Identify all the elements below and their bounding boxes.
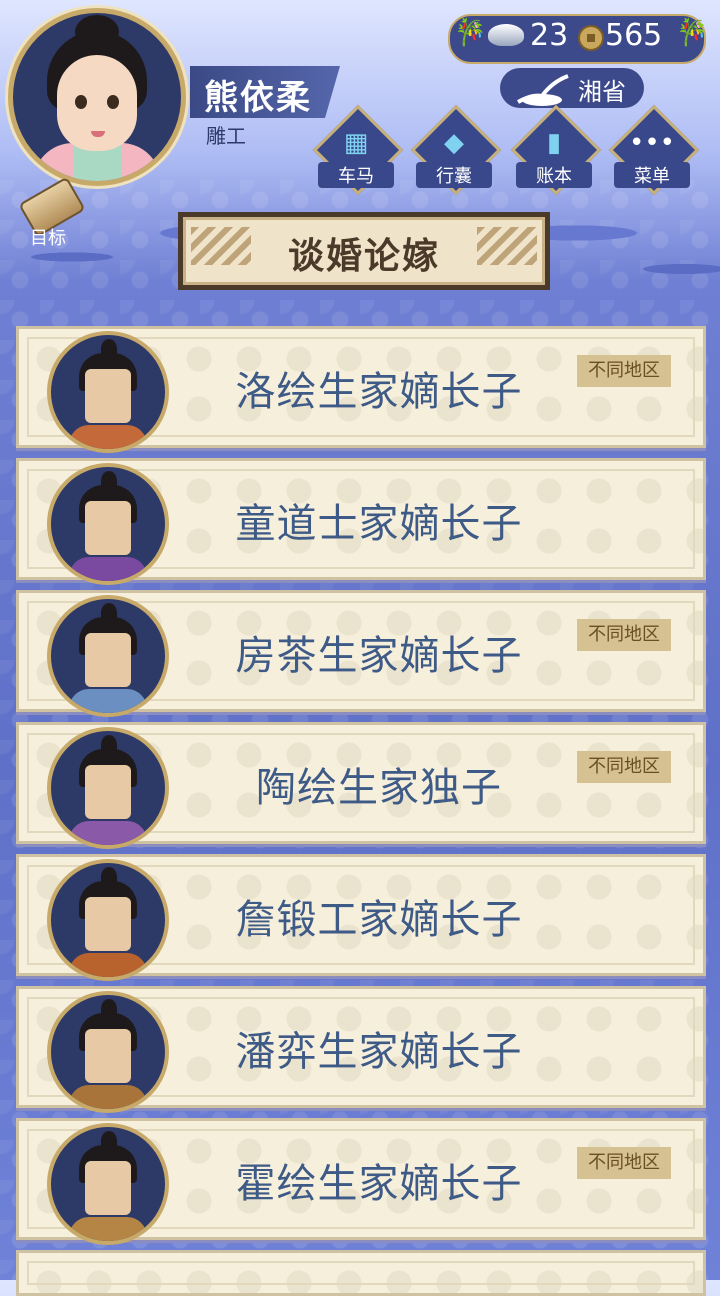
region-badge: 不同地区 <box>577 751 671 783</box>
suitor-name: 潘弈生家嫡长子 <box>235 1029 523 1075</box>
suitor-portrait <box>47 331 169 453</box>
ledger-icon: ▮ <box>546 128 562 158</box>
suitor-card[interactable]: 陶绘生家独子 不同地区 <box>16 722 706 849</box>
carriage-icon: ▦ <box>343 128 369 158</box>
region-label: 湘省 <box>578 78 626 106</box>
currency-bar <box>448 14 706 64</box>
suitor-portrait <box>47 727 169 849</box>
region-badge: 不同地区 <box>577 355 671 387</box>
suitor-portrait <box>47 1123 169 1245</box>
screen-title-banner: 谈婚论嫁 <box>178 212 550 290</box>
suitor-card[interactable]: 詹锻工家嫡长子 <box>16 854 706 981</box>
region-badge: 不同地区 <box>577 1147 671 1179</box>
suitor-card[interactable]: 洛绘生家嫡长子 不同地区 <box>16 326 706 453</box>
menu-more-button[interactable]: ••• 菜单 <box>608 104 700 196</box>
more-icon: ••• <box>628 128 675 158</box>
suitor-name: 霍绘生家嫡长子 <box>235 1161 523 1207</box>
silver-ingot-icon <box>488 24 524 46</box>
suitor-card[interactable]: 房茶生家嫡长子 不同地区 <box>16 590 706 717</box>
suitor-portrait <box>47 991 169 1113</box>
suitor-name: 房茶生家嫡长子 <box>235 633 523 679</box>
bamboo-right-icon: 🎋 <box>676 18 709 48</box>
suitor-portrait <box>47 595 169 717</box>
bamboo-left-icon: 🎋 <box>454 18 487 48</box>
suitor-portrait <box>47 463 169 585</box>
player-occupation: 雕工 <box>206 124 246 148</box>
suitor-name: 童道士家嫡长子 <box>235 501 523 547</box>
suitor-name: 詹锻工家嫡长子 <box>235 897 523 943</box>
suitor-card[interactable]: 霍绘生家嫡长子 不同地区 <box>16 1118 706 1245</box>
location-pin-icon <box>517 74 569 106</box>
menu-bag-button[interactable]: ◆ 行囊 <box>410 104 502 196</box>
goal-button[interactable]: 目标 <box>10 176 86 250</box>
copper-coin-icon <box>578 25 604 51</box>
bag-icon: ◆ <box>444 128 464 158</box>
player-name: 熊依柔 <box>204 78 312 118</box>
suitor-portrait <box>47 859 169 981</box>
player-avatar[interactable] <box>8 8 186 186</box>
menu-carriage-button[interactable]: ▦ 车马 <box>312 104 404 196</box>
suitor-name: 洛绘生家嫡长子 <box>235 369 523 415</box>
suitor-card[interactable]: 童道士家嫡长子 <box>16 458 706 585</box>
screen-title: 谈婚论嫁 <box>287 236 440 277</box>
silver-count: 23 <box>530 18 569 53</box>
region-badge: 不同地区 <box>577 619 671 651</box>
suitor-card[interactable]: 潘弈生家嫡长子 <box>16 986 706 1113</box>
coin-count: 565 <box>605 18 663 53</box>
suitor-name: 陶绘生家独子 <box>256 765 502 811</box>
suitor-card-partial[interactable] <box>16 1250 706 1296</box>
menu-ledger-button[interactable]: ▮ 账本 <box>510 104 602 196</box>
